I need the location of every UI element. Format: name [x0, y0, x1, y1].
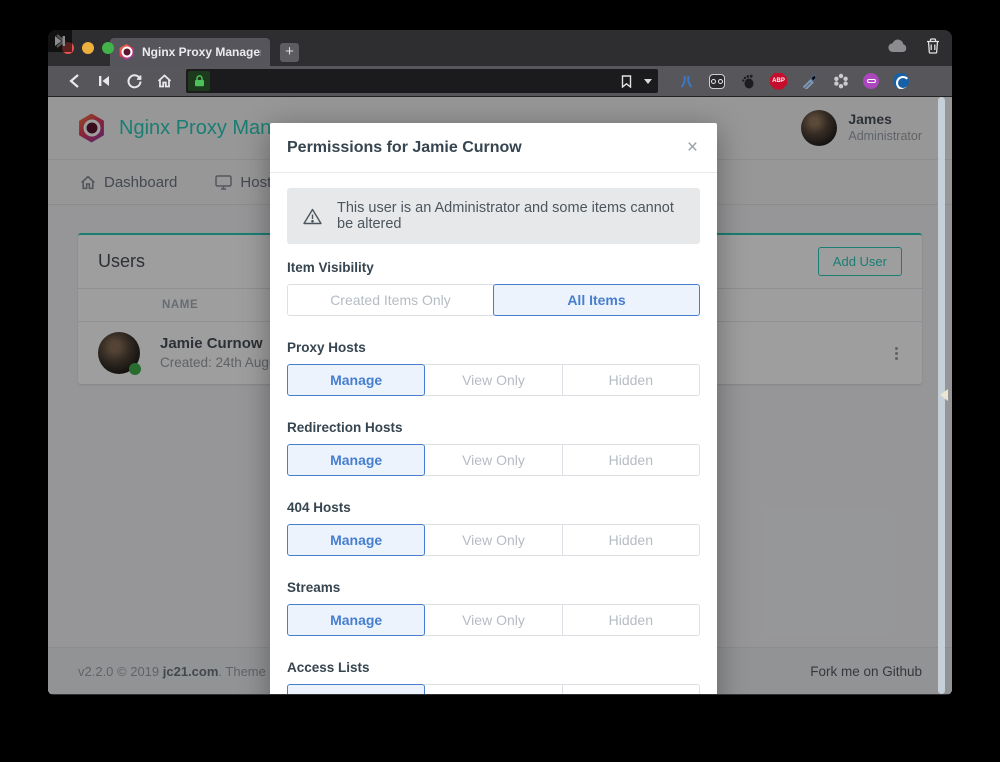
option-manage[interactable]: Manage — [287, 684, 425, 694]
option-manage[interactable]: Manage — [287, 364, 425, 396]
option-manage[interactable]: Manage — [287, 524, 425, 556]
tab-title: Nginx Proxy Manager — [142, 45, 261, 59]
robot-extension-icon[interactable] — [709, 74, 725, 89]
permission-section-label: Streams — [287, 580, 700, 595]
modal-title: Permissions for Jamie Curnow — [287, 139, 522, 157]
permission-section-label: Proxy Hosts — [287, 340, 700, 355]
page-viewport: Nginx Proxy Manager James Administrator … — [48, 97, 952, 694]
skip-end-icon[interactable] — [48, 30, 72, 52]
option-view-only[interactable]: View Only — [424, 364, 562, 396]
cloud-sync-icon[interactable] — [888, 39, 908, 53]
option-manage[interactable]: Manage — [287, 444, 425, 476]
item-visibility-segmented-control: Created Items OnlyAll Items — [287, 284, 700, 316]
option-hidden[interactable]: Hidden — [562, 524, 700, 556]
option-hidden[interactable]: Hidden — [562, 684, 700, 694]
extension-icons: ABP — [678, 73, 909, 90]
permission-section: Proxy Hosts ManageView OnlyHidden — [287, 340, 700, 396]
eyedropper-extension-icon[interactable] — [801, 73, 818, 90]
bookmark-icon[interactable] — [621, 75, 632, 88]
permission-segmented-control: ManageView OnlyHidden — [287, 684, 700, 694]
option-view-only[interactable]: View Only — [424, 684, 562, 694]
warning-triangle-icon — [303, 208, 322, 225]
screen-edge-arrow-icon — [940, 389, 948, 401]
https-lock-icon[interactable] — [188, 71, 210, 91]
option-created-items-only[interactable]: Created Items Only — [287, 284, 494, 316]
gnome-foot-extension-icon[interactable] — [739, 73, 756, 90]
option-all-items[interactable]: All Items — [493, 284, 700, 316]
permission-section: Streams ManageView OnlyHidden — [287, 580, 700, 636]
browser-toolbar: ABP — [48, 66, 952, 97]
permission-segmented-control: ManageView OnlyHidden — [287, 444, 700, 476]
option-view-only[interactable]: View Only — [424, 604, 562, 636]
item-visibility-label: Item Visibility — [287, 260, 700, 275]
address-bar[interactable] — [186, 69, 658, 93]
home-icon[interactable] — [152, 70, 176, 92]
reload-icon[interactable] — [122, 70, 146, 92]
blue-tool-extension-icon[interactable] — [678, 73, 695, 90]
permission-section: Access Lists ManageView OnlyHidden — [287, 660, 700, 694]
permission-section-label: 404 Hosts — [287, 500, 700, 515]
option-view-only[interactable]: View Only — [424, 524, 562, 556]
permission-section-label: Access Lists — [287, 660, 700, 675]
option-hidden[interactable]: Hidden — [562, 604, 700, 636]
maximize-window-button[interactable] — [102, 42, 114, 54]
new-tab-button[interactable]: + — [280, 43, 299, 62]
permission-section: 404 Hosts ManageView OnlyHidden — [287, 500, 700, 556]
option-view-only[interactable]: View Only — [424, 444, 562, 476]
option-hidden[interactable]: Hidden — [562, 444, 700, 476]
browser-tab[interactable]: Nginx Proxy Manager — [110, 38, 270, 66]
admin-warning-alert: This user is an Administrator and some i… — [287, 188, 700, 244]
option-manage[interactable]: Manage — [287, 604, 425, 636]
browser-window: Nginx Proxy Manager + — [48, 30, 952, 695]
trash-icon[interactable] — [926, 38, 940, 54]
bookmarks-menu-caret[interactable] — [644, 79, 652, 84]
close-icon[interactable]: × — [685, 138, 700, 157]
browser-titlebar: Nginx Proxy Manager + — [48, 30, 952, 66]
permission-section: Redirection Hosts ManageView OnlyHidden — [287, 420, 700, 476]
blue-circle-extension-icon[interactable] — [893, 73, 909, 89]
permission-segmented-control: ManageView OnlyHidden — [287, 364, 700, 396]
skip-start-icon[interactable] — [92, 70, 116, 92]
option-hidden[interactable]: Hidden — [562, 364, 700, 396]
permission-segmented-control: ManageView OnlyHidden — [287, 604, 700, 636]
favicon — [119, 44, 134, 60]
adblock-plus-extension-icon[interactable]: ABP — [770, 73, 787, 90]
gear-flower-extension-icon[interactable] — [832, 73, 849, 90]
back-icon[interactable] — [62, 70, 86, 92]
permission-segmented-control: ManageView OnlyHidden — [287, 524, 700, 556]
purple-mask-extension-icon[interactable] — [863, 73, 879, 89]
permission-sections: Proxy Hosts ManageView OnlyHidden Redire… — [287, 340, 700, 694]
alert-text: This user is an Administrator and some i… — [337, 200, 684, 232]
permissions-modal: Permissions for Jamie Curnow × This user… — [270, 123, 717, 694]
permission-section-label: Redirection Hosts — [287, 420, 700, 435]
minimize-window-button[interactable] — [82, 42, 94, 54]
